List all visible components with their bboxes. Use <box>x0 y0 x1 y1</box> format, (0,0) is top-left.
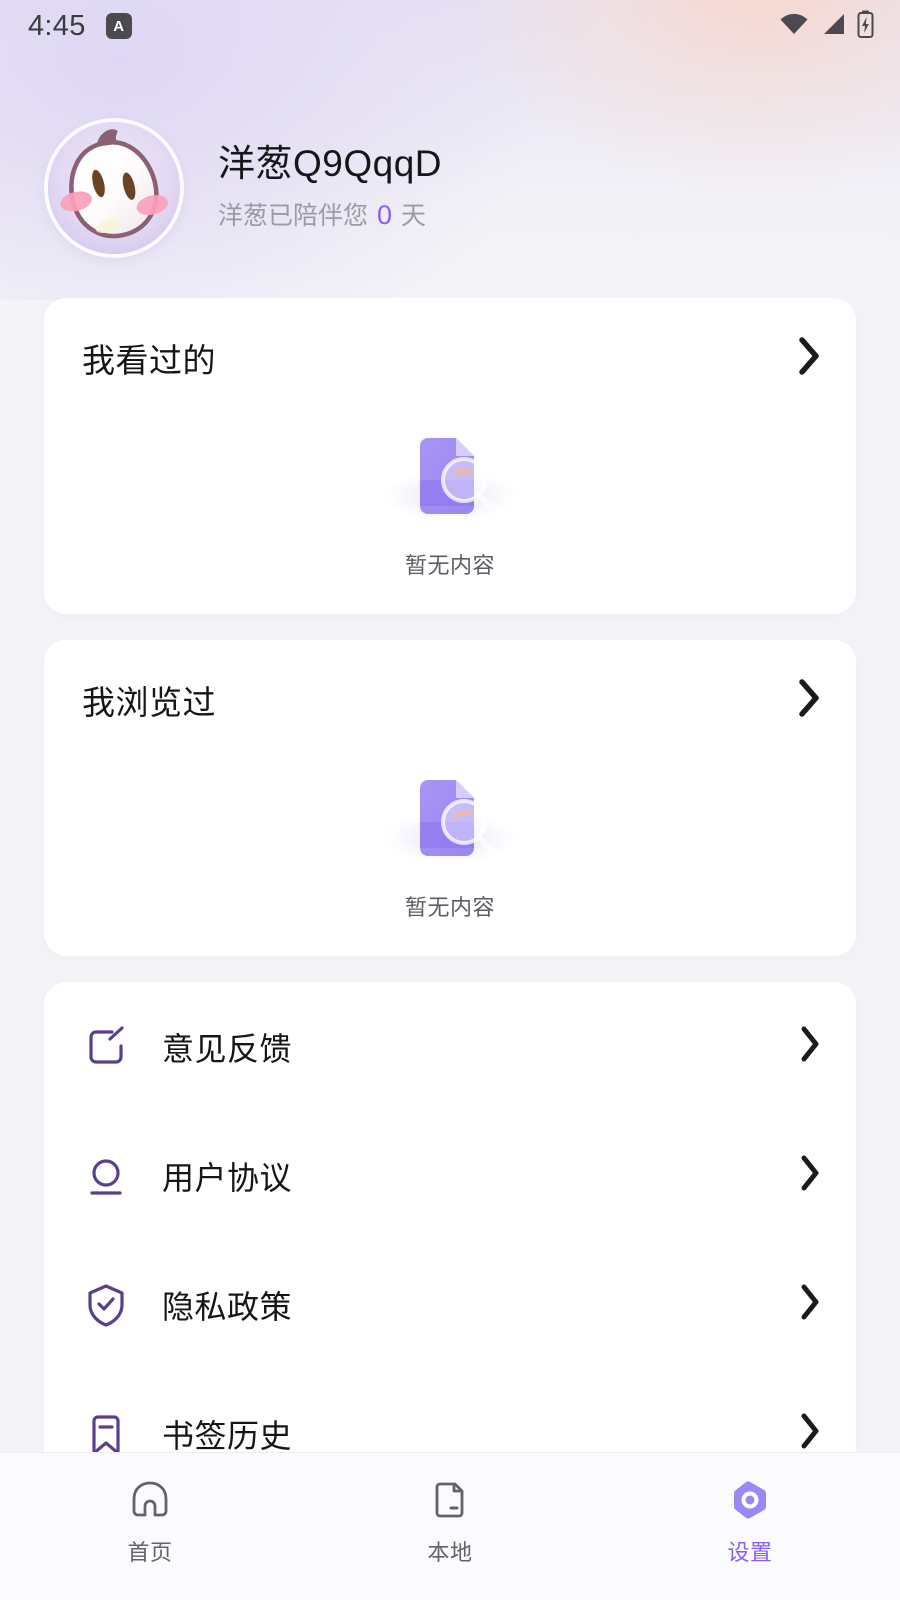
card-browsed-empty-state: 暂无内容 <box>44 750 856 922</box>
chevron-right-icon[interactable] <box>798 1153 822 1198</box>
profile-text: 洋葱Q9QqqD 洋葱已陪伴您 0 天 <box>218 142 443 233</box>
home-icon <box>129 1479 171 1521</box>
app-notification-badge-icon: A <box>105 13 132 39</box>
card-watched-empty-text: 暂无内容 <box>404 553 495 578</box>
companion-suffix: 天 <box>401 202 427 231</box>
chevron-right-icon[interactable] <box>798 1411 822 1456</box>
companion-prefix: 洋葱已陪伴您 <box>218 202 369 231</box>
nav-item-home-label: 首页 <box>127 1540 173 1565</box>
companion-days-line: 洋葱已陪伴您 0 天 <box>218 196 442 232</box>
card-watched[interactable]: 我看过的 暂无内容 <box>44 298 856 614</box>
settings-screen: 4:45 A 洋葱Q9QqqD 洋葱已陪伴您 0 天 我看过的 暂无内容 我浏览… <box>0 0 900 1600</box>
companion-days-value: 0 <box>377 200 393 231</box>
status-bar: 4:45 A <box>0 0 900 52</box>
folder-file-icon <box>429 1479 471 1521</box>
cellular-signal-icon <box>820 12 846 41</box>
menu-item-privacy-policy[interactable]: 隐私政策 <box>82 1240 822 1369</box>
user-agreement-icon <box>82 1152 130 1200</box>
menu-item-privacy-policy-label: 隐私政策 <box>162 1288 293 1325</box>
chevron-right-icon[interactable] <box>796 335 822 382</box>
status-bar-right <box>779 10 874 43</box>
feedback-edit-icon <box>82 1023 130 1071</box>
card-watched-title: 我看过的 <box>82 342 216 379</box>
chevron-right-icon[interactable] <box>798 1282 822 1327</box>
menu-card: 意见反馈 用户协议 隐私政策 书签历史 <box>44 982 856 1498</box>
menu-item-feedback-left: 意见反馈 <box>82 1023 292 1071</box>
card-watched-empty-state: 暂无内容 <box>44 408 856 580</box>
menu-item-user-agreement-label: 用户协议 <box>162 1159 293 1196</box>
menu-item-feedback[interactable]: 意见反馈 <box>82 982 822 1111</box>
nav-item-settings[interactable]: 设置 <box>600 1453 900 1567</box>
menu-item-user-agreement[interactable]: 用户协议 <box>82 1111 822 1240</box>
bookmark-icon <box>82 1410 130 1458</box>
card-browsed-header[interactable]: 我浏览过 <box>44 676 856 724</box>
empty-document-illustration-icon <box>350 750 550 880</box>
avatar[interactable] <box>48 122 180 254</box>
menu-item-user-agreement-left: 用户协议 <box>82 1152 292 1200</box>
card-browsed[interactable]: 我浏览过 暂无内容 <box>44 640 856 956</box>
menu-item-bookmark-history-label: 书签历史 <box>162 1417 293 1454</box>
menu-item-privacy-policy-left: 隐私政策 <box>82 1281 292 1329</box>
card-watched-header[interactable]: 我看过的 <box>44 334 856 382</box>
wifi-icon <box>779 12 809 41</box>
battery-charging-icon <box>857 10 874 43</box>
status-time: 4:45 <box>28 9 86 42</box>
chevron-right-icon[interactable] <box>798 1024 822 1069</box>
nav-item-home[interactable]: 首页 <box>0 1453 300 1567</box>
menu-item-bookmark-history-left: 书签历史 <box>82 1410 292 1458</box>
profile-header[interactable]: 洋葱Q9QqqD 洋葱已陪伴您 0 天 <box>0 52 900 254</box>
content-area: 我看过的 暂无内容 我浏览过 暂无内容 意见反馈 用户协议 隐私政策 书签历史 <box>0 298 900 1600</box>
empty-document-illustration-icon <box>350 408 550 538</box>
chevron-right-icon[interactable] <box>796 677 822 724</box>
profile-name: 洋葱Q9QqqD <box>218 142 443 184</box>
card-browsed-title: 我浏览过 <box>82 684 216 721</box>
nav-item-settings-label: 设置 <box>727 1540 773 1565</box>
menu-item-feedback-label: 意见反馈 <box>162 1030 293 1067</box>
shield-check-icon <box>82 1281 130 1329</box>
nav-item-local[interactable]: 本地 <box>300 1453 600 1567</box>
settings-hexagon-icon <box>729 1479 771 1521</box>
status-bar-left: 4:45 A <box>28 10 132 43</box>
nav-item-local-label: 本地 <box>427 1540 473 1565</box>
card-browsed-empty-text: 暂无内容 <box>404 895 495 920</box>
bottom-navigation: 首页 本地 设置 <box>0 1452 900 1600</box>
